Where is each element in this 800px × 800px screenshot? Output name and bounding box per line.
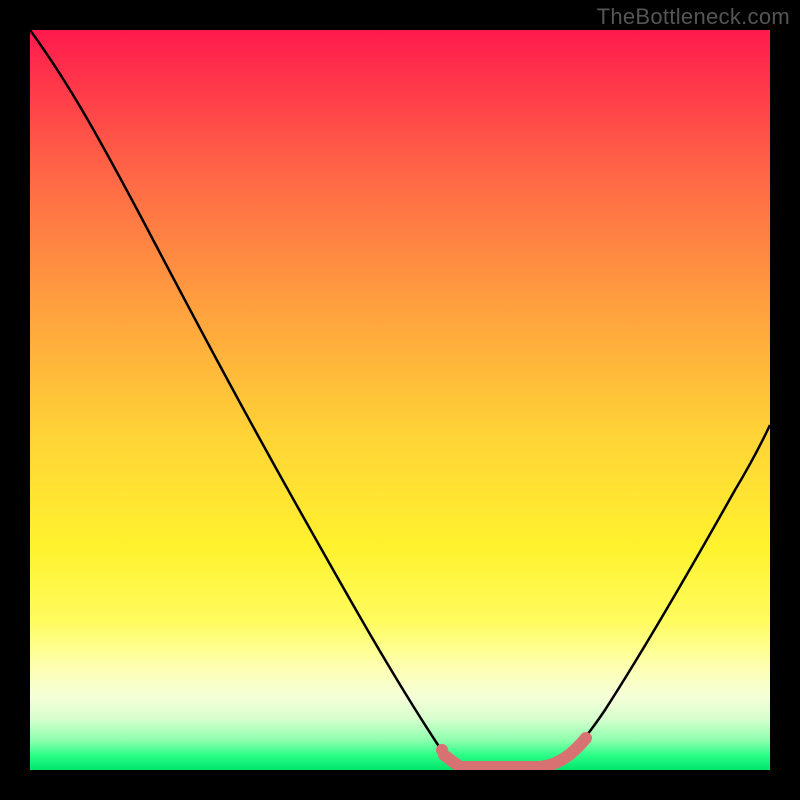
bottleneck-curve — [30, 30, 770, 770]
optimal-range-marker — [444, 738, 586, 767]
chart-frame: TheBottleneck.com — [0, 0, 800, 800]
curve-layer — [30, 30, 770, 770]
watermark-text: TheBottleneck.com — [597, 4, 790, 30]
marker-start-dot — [436, 744, 448, 756]
plot-area — [30, 30, 770, 770]
